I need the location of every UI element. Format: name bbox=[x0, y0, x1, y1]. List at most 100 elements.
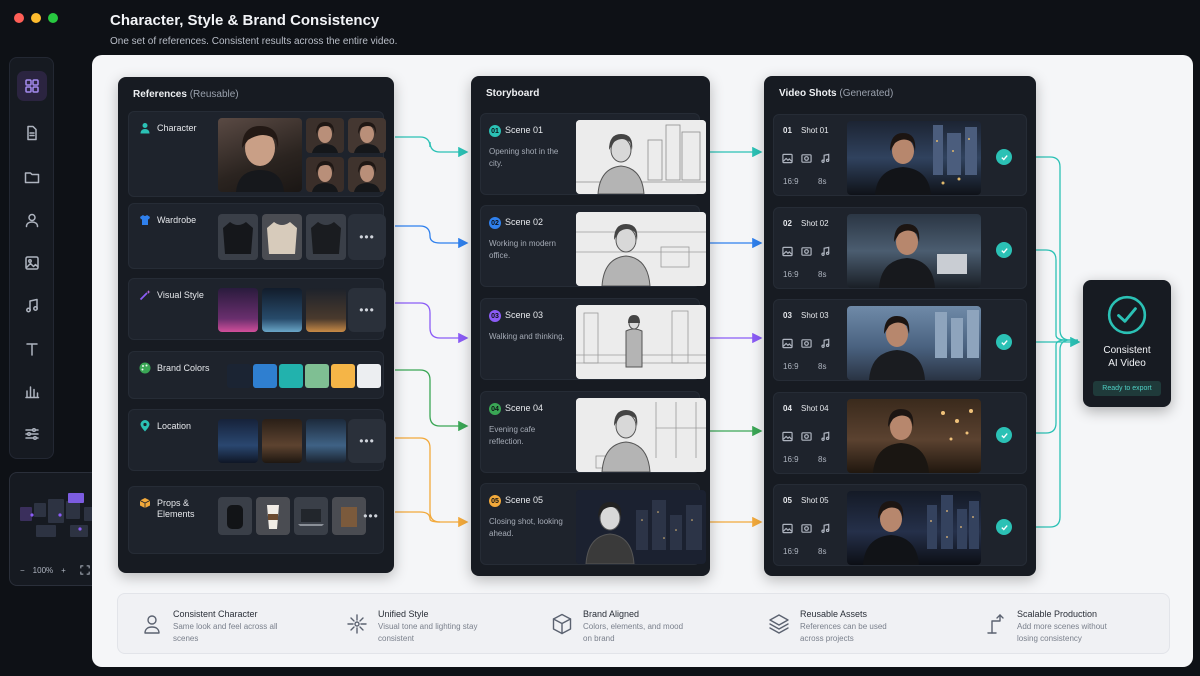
shot-card[interactable]: 04 Shot 04 16:9 8s bbox=[773, 392, 1027, 474]
scene-card[interactable]: 01 Scene 01 Opening shot in the city. bbox=[480, 113, 706, 195]
prop-thumb-laptop[interactable] bbox=[294, 497, 328, 535]
maximize-window-button[interactable] bbox=[48, 13, 58, 23]
brand-swatch[interactable] bbox=[357, 364, 381, 388]
reference-label: Character bbox=[157, 123, 197, 133]
scene-description: Evening cafe reflection. bbox=[489, 425, 536, 446]
shot-duration: 8s bbox=[818, 177, 827, 186]
scene-sketch[interactable] bbox=[576, 305, 706, 379]
final-output-card[interactable]: Consistent AI Video Ready to export bbox=[1083, 280, 1171, 407]
shot-card[interactable]: 03 Shot 03 16:9 8s bbox=[773, 299, 1027, 381]
more-style-button[interactable]: ••• bbox=[348, 288, 386, 332]
character-thumb[interactable] bbox=[348, 118, 386, 153]
character-thumb[interactable] bbox=[306, 157, 344, 192]
brand-swatch[interactable] bbox=[305, 364, 329, 388]
brand-swatch[interactable] bbox=[331, 364, 355, 388]
image-icon[interactable] bbox=[782, 431, 793, 442]
sliders-icon bbox=[25, 427, 39, 441]
wardrobe-thumb[interactable] bbox=[218, 214, 258, 260]
music-icon[interactable] bbox=[820, 153, 831, 164]
brand-swatch[interactable] bbox=[253, 364, 277, 388]
scene-sketch[interactable] bbox=[576, 490, 706, 564]
shot-card[interactable]: 02 Shot 02 16:9 8s bbox=[773, 207, 1027, 289]
image-icon[interactable] bbox=[782, 246, 793, 257]
shot-thumbnail[interactable] bbox=[847, 491, 981, 565]
wardrobe-thumb[interactable] bbox=[262, 214, 302, 260]
shot-thumbnail[interactable] bbox=[847, 214, 981, 288]
rail-button-chart[interactable] bbox=[17, 376, 47, 406]
reference-row-wardrobe[interactable]: Wardrobe ••• bbox=[128, 203, 386, 269]
minimap-preview bbox=[20, 493, 96, 537]
location-thumb[interactable] bbox=[306, 419, 346, 463]
brand-swatch[interactable] bbox=[279, 364, 303, 388]
zoom-out-button[interactable]: − bbox=[20, 566, 25, 575]
rail-button-user[interactable] bbox=[17, 205, 47, 235]
shot-name: Shot 05 bbox=[801, 496, 829, 505]
reference-row-character[interactable]: Character bbox=[128, 111, 386, 197]
reference-label: Props & Elements bbox=[157, 498, 195, 519]
rail-button-folder[interactable] bbox=[17, 162, 47, 192]
prop-thumb-backpack[interactable] bbox=[218, 497, 252, 535]
scene-sketch[interactable] bbox=[576, 398, 706, 472]
shot-thumbnail[interactable] bbox=[847, 121, 981, 195]
location-thumb[interactable] bbox=[262, 419, 302, 463]
shot-thumbnail[interactable] bbox=[847, 306, 981, 380]
music-icon[interactable] bbox=[820, 523, 831, 534]
music-icon[interactable] bbox=[820, 338, 831, 349]
reference-row-props[interactable]: Props & Elements ••• bbox=[128, 486, 384, 554]
image-icon[interactable] bbox=[782, 523, 793, 534]
shot-number: 04 bbox=[783, 404, 792, 413]
rail-button-sliders[interactable] bbox=[17, 419, 47, 449]
brand-swatch[interactable] bbox=[227, 364, 251, 388]
location-thumb[interactable] bbox=[218, 419, 258, 463]
shot-name: Shot 02 bbox=[801, 219, 829, 228]
character-main-thumb[interactable] bbox=[218, 118, 302, 192]
fit-screen-icon[interactable] bbox=[80, 565, 90, 575]
reference-row-visual-style[interactable]: Visual Style ••• bbox=[128, 278, 386, 340]
character-thumb[interactable] bbox=[348, 157, 386, 192]
music-icon[interactable] bbox=[820, 431, 831, 442]
close-window-button[interactable] bbox=[14, 13, 24, 23]
more-location-button[interactable]: ••• bbox=[348, 419, 386, 463]
style-thumb[interactable] bbox=[262, 288, 302, 332]
style-thumb[interactable] bbox=[306, 288, 346, 332]
video-camera-icon[interactable] bbox=[801, 523, 812, 534]
rail-button-text[interactable] bbox=[17, 334, 47, 364]
music-icon[interactable] bbox=[820, 246, 831, 257]
video-camera-icon[interactable] bbox=[801, 338, 812, 349]
export-status-button[interactable]: Ready to export bbox=[1093, 381, 1161, 396]
scene-card[interactable]: 03 Scene 03 Walking and thinking. bbox=[480, 298, 706, 380]
scene-card[interactable]: 02 Scene 02 Working in modern office. bbox=[480, 205, 706, 287]
scene-card[interactable]: 05 Scene 05 Closing shot, looking ahead. bbox=[480, 483, 706, 565]
video-camera-icon[interactable] bbox=[801, 153, 812, 164]
rail-button-music[interactable] bbox=[17, 291, 47, 321]
storyboard-title: Storyboard bbox=[486, 88, 540, 99]
sparkle-icon bbox=[347, 614, 367, 634]
rail-button-image[interactable] bbox=[17, 248, 47, 278]
zoom-in-button[interactable]: + bbox=[61, 566, 66, 575]
minimize-window-button[interactable] bbox=[31, 13, 41, 23]
image-icon[interactable] bbox=[782, 338, 793, 349]
more-wardrobe-button[interactable]: ••• bbox=[348, 214, 386, 260]
reference-row-brand-colors[interactable]: Brand Colors bbox=[128, 351, 384, 399]
wardrobe-thumb[interactable] bbox=[306, 214, 346, 260]
scene-sketch[interactable] bbox=[576, 120, 706, 194]
rail-button-document[interactable] bbox=[17, 118, 47, 148]
scene-card[interactable]: 04 Scene 04 Evening cafe reflection. bbox=[480, 391, 706, 473]
image-icon[interactable] bbox=[782, 153, 793, 164]
rail-button-grid[interactable] bbox=[17, 71, 47, 101]
reference-row-location[interactable]: Location ••• bbox=[128, 409, 386, 471]
character-thumb[interactable] bbox=[306, 118, 344, 153]
scene-sketch[interactable] bbox=[576, 212, 706, 286]
video-shots-panel: Video Shots (Generated) 01 Shot 01 16:9 … bbox=[764, 76, 1036, 576]
prop-thumb-cup[interactable] bbox=[256, 497, 290, 535]
shot-thumbnail[interactable] bbox=[847, 399, 981, 473]
shot-card[interactable]: 05 Shot 05 16:9 8s bbox=[773, 484, 1027, 566]
shot-duration: 8s bbox=[818, 547, 827, 556]
more-props-button[interactable]: ••• bbox=[358, 497, 384, 535]
style-thumb[interactable] bbox=[218, 288, 258, 332]
video-camera-icon[interactable] bbox=[801, 246, 812, 257]
shot-card[interactable]: 01 Shot 01 16:9 8s bbox=[773, 114, 1027, 196]
folder-icon bbox=[24, 172, 40, 184]
video-camera-icon[interactable] bbox=[801, 431, 812, 442]
cube-icon bbox=[552, 613, 572, 635]
